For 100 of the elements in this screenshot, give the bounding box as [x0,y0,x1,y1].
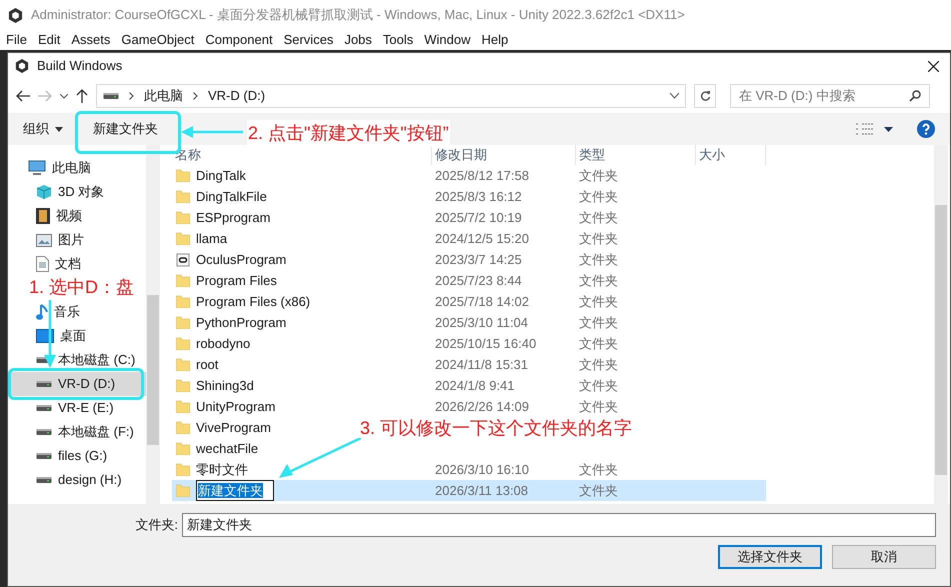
caret-icon[interactable] [884,126,893,132]
file-row[interactable]: 零时文件 2026/3/10 16:10 文件夹 [172,459,696,480]
file-row[interactable]: DingTalkFile 2025/8/3 16:12 文件夹 [172,186,696,207]
menu-item[interactable]: Help [482,30,508,50]
address-bar[interactable]: 此电脑 VR-D (D:) [96,84,686,108]
menu-item[interactable]: Services [284,30,334,50]
menu-item[interactable]: Edit [38,30,60,50]
folder-icon [176,295,190,308]
modified-date: 2026/2/26 14:09 [434,398,530,416]
folder-icon [176,379,190,392]
sidebar-item[interactable]: 音乐 [8,300,146,324]
file-row[interactable]: Program Files 2025/7/23 8:44 文件夹 [172,270,696,291]
new-folder-button[interactable]: 新建文件夹 [93,119,158,139]
folder-icon [176,484,190,497]
file-row[interactable]: Shining3d 2024/1/8 9:41 文件夹 [172,375,696,396]
sidebar-label: VR-E (E:) [58,399,114,418]
file-row[interactable]: wechatFile [172,438,262,459]
folder-icon [176,169,190,182]
sidebar-item[interactable]: 本地磁盘 (F:) [8,420,146,444]
file-row[interactable]: DingTalk 2025/8/12 17:58 文件夹 [172,165,696,186]
scrollbar-thumb[interactable] [147,295,159,445]
file-name: ViveProgram [196,418,271,437]
sidebar-item[interactable]: 桌面 [8,324,146,348]
sidebar-item[interactable]: 图片 [8,228,146,252]
rename-field[interactable]: 新建文件夹 [196,480,274,502]
modified-date: 2024/12/5 15:20 [434,230,530,248]
dialog-button[interactable]: 取消 [832,545,936,569]
annotation-arrow [181,126,243,138]
breadcrumb-item[interactable]: 此电脑 [144,86,183,106]
window-title: Administrator: CourseOfGCXL - 桌面分发器机械臂抓取测试 - Windows, Mac, Linux - Unity 2022.3.62f2c1 <DX11> [31,6,685,24]
menu-item[interactable]: GameObject [121,30,194,50]
file-row[interactable]: ESPprogram 2025/7/2 10:19 文件夹 [172,207,696,228]
drive-icon [103,92,119,100]
caret-icon [55,126,63,132]
file-row[interactable]: ViveProgram [172,417,275,438]
up-arrow-icon[interactable] [76,89,88,103]
folder-icon [176,421,190,434]
file-type: 文件夹 [578,334,619,353]
chevron-right-icon [193,92,198,100]
refresh-icon [700,90,710,102]
file-name: ESPprogram [196,208,270,227]
sidebar-item[interactable]: VR-E (E:) [8,396,146,420]
sidebar-item[interactable]: 3D 对象 [8,180,146,204]
chevron-right-icon [129,92,134,100]
file-row[interactable]: OculusProgram 2023/3/7 14:25 文件夹 [172,249,696,270]
file-name: wechatFile [196,440,258,458]
desktop-icon [36,329,54,343]
file-type: 文件夹 [578,356,619,374]
menu-item[interactable]: Component [205,30,273,50]
file-row[interactable]: UnityProgram 2026/2/26 14:09 文件夹 [172,396,696,417]
help-icon[interactable] [917,120,935,138]
sidebar-item[interactable]: 此电脑 [8,156,146,180]
chevron-down-icon[interactable] [60,94,68,98]
column-header[interactable]: 类型 [576,145,696,165]
file-name: DingTalk [196,166,246,185]
view-list-icon[interactable] [856,123,874,135]
menu-item[interactable]: Jobs [344,30,372,50]
menu-item[interactable]: File [6,30,27,50]
chevron-down-icon[interactable] [670,93,679,99]
file-row[interactable]: 新建文件夹 2026/3/11 13:08 文件夹 [172,480,766,501]
file-row[interactable]: PythonProgram 2025/3/10 11:04 文件夹 [172,312,696,333]
close-icon[interactable] [928,60,939,72]
file-type: 文件夹 [578,482,619,500]
modified-date: 2025/3/10 11:04 [434,314,530,332]
dialog-title: Build Windows [37,57,122,76]
dialog-button[interactable]: 选择文件夹 [718,545,822,569]
file-type: 文件夹 [578,166,619,185]
column-header[interactable]: 大小 [696,145,766,165]
sidebar-item[interactable]: 视频 [8,204,146,228]
menu-item[interactable]: Tools [382,30,414,50]
annotation-text: 3. 可以修改一下这个文件夹的名字 [360,417,632,439]
sidebar-label: files (G:) [58,447,108,466]
breadcrumb-item[interactable]: VR-D (D:) [208,86,266,106]
organize-button[interactable]: 组织 [23,119,63,139]
scrollbar-thumb[interactable] [935,205,947,475]
back-arrow-icon[interactable] [16,90,30,102]
menu-item[interactable]: Window [424,30,471,50]
search-field[interactable]: 在 VR-D (D:) 中搜索 [730,84,930,108]
drive-icon [36,380,52,388]
file-name: llama [196,230,228,248]
file-row[interactable]: robodyno 2025/10/15 16:40 文件夹 [172,333,696,354]
folder-label: 文件夹: [135,516,178,534]
refresh-button[interactable] [694,84,716,108]
menu-item[interactable]: Assets [71,30,110,50]
sidebar-item[interactable]: VR-D (D:) [8,372,146,396]
file-row[interactable]: root 2024/11/8 15:31 文件夹 [172,354,696,375]
modified-date: 2025/7/18 14:02 [434,292,530,311]
folder-name-field[interactable]: 新建文件夹 [182,513,936,537]
file-row[interactable]: llama 2024/12/5 15:20 文件夹 [172,228,696,249]
drive-icon [36,428,52,436]
sidebar-item[interactable]: 文档 [8,252,146,276]
sidebar-label: VR-D (D:) [58,375,116,394]
annotation-text: 1. 选中D：盘 [28,276,136,298]
sidebar-item[interactable]: files (G:) [8,444,146,468]
folder-icon [176,400,190,413]
modified-date: 2025/8/3 16:12 [434,188,523,206]
file-row[interactable]: Program Files (x86) 2025/7/18 14:02 文件夹 [172,291,696,312]
file-type: 文件夹 [578,188,619,206]
file-name: robodyno [196,334,250,353]
sidebar-item[interactable]: design (H:) [8,468,146,492]
